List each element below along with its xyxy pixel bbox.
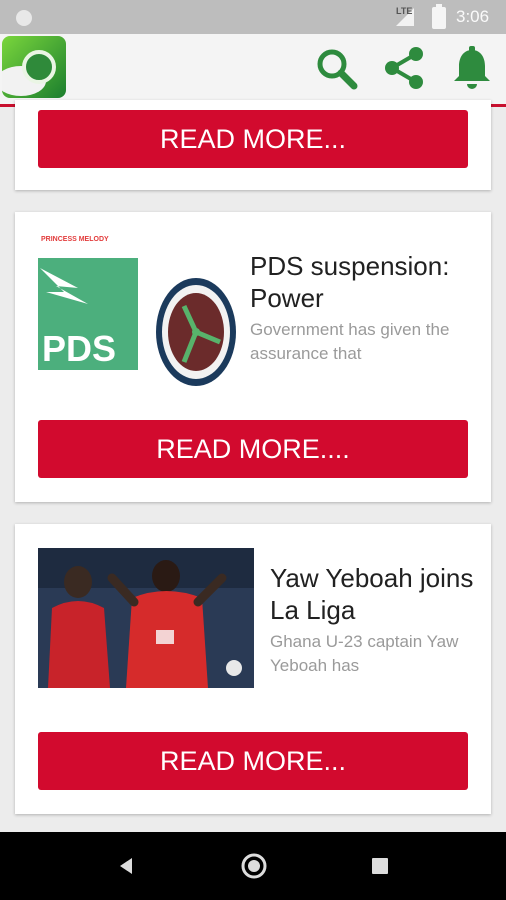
read-more-button[interactable]: READ MORE....: [38, 420, 468, 478]
article-card: READ MORE...: [15, 100, 491, 190]
battery-icon: [432, 4, 446, 29]
share-icon[interactable]: [380, 44, 428, 92]
read-more-button[interactable]: READ MORE...: [38, 732, 468, 790]
electricity-company-seal: [156, 278, 236, 386]
notification-dot-icon: [16, 10, 32, 26]
network-label: LTE: [396, 6, 413, 16]
article-title[interactable]: PDS suspension: Power: [250, 250, 480, 314]
article-thumbnail[interactable]: PRINCESS MELODY PDS: [38, 230, 248, 386]
pds-logo: PDS: [38, 258, 138, 370]
lightning-bolt-icon: [40, 268, 88, 304]
search-icon[interactable]: [312, 44, 360, 92]
read-more-button[interactable]: READ MORE...: [38, 110, 468, 168]
back-icon[interactable]: [116, 856, 136, 876]
article-excerpt: Ghana U-23 captain Yaw Yeboah has: [270, 632, 459, 675]
recents-icon[interactable]: [370, 856, 390, 876]
article-thumbnail[interactable]: [38, 548, 254, 688]
clock: 3:06: [456, 7, 490, 26]
article-excerpt: Government has given the assurance that: [250, 320, 450, 363]
article-card: Yaw Yeboah joins La Liga Ghana U-23 capt…: [15, 524, 491, 814]
article-title[interactable]: Yaw Yeboah joins La Liga: [270, 562, 480, 626]
thumbnail-caption: PRINCESS MELODY: [41, 236, 109, 243]
article-card: PRINCESS MELODY PDS PDS suspension: Powe…: [15, 212, 491, 502]
system-nav-bar: [0, 832, 506, 900]
bell-icon[interactable]: [448, 44, 496, 92]
home-icon[interactable]: [240, 852, 268, 880]
app-logo-icon[interactable]: [2, 36, 66, 98]
status-bar: LTE 3:06: [0, 0, 506, 34]
app-bar: [0, 34, 506, 104]
